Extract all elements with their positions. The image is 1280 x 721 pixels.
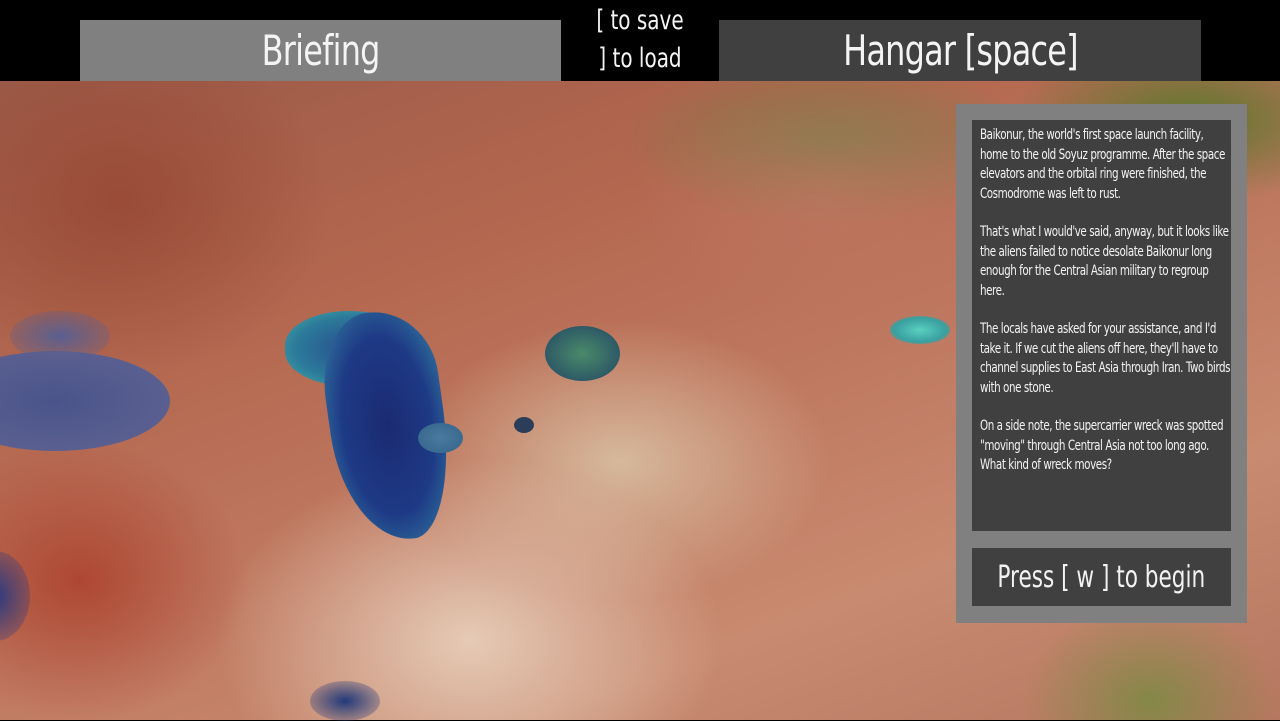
briefing-paragraph: The locals have asked for your assistanc…: [980, 321, 1231, 396]
tab-briefing-label: Briefing: [261, 26, 380, 75]
sea-of-azov: [10, 311, 110, 361]
top-bar: Briefing [ to save ] to load Hangar [spa…: [0, 0, 1280, 81]
briefing-paragraph: On a side note, the supercarrier wreck w…: [980, 418, 1224, 473]
tab-hangar[interactable]: Hangar [space]: [719, 20, 1201, 81]
begin-button[interactable]: Press [ w ] to begin: [972, 548, 1231, 606]
small-lake: [514, 417, 534, 433]
briefing-paragraph: Baikonur, the world's first space launch…: [980, 127, 1225, 202]
save-hint: [ to save: [596, 5, 684, 36]
kara-bogaz-gol: [418, 423, 463, 453]
mediterranean-sea: [0, 551, 30, 641]
save-load-hints: [ to save ] to load: [561, 2, 719, 80]
black-sea: [0, 351, 170, 451]
briefing-paragraph: That's what I would've said, anyway, but…: [980, 224, 1229, 299]
tab-briefing[interactable]: Briefing: [80, 20, 561, 81]
persian-gulf: [310, 681, 380, 721]
begin-button-label: Press [ w ] to begin: [997, 559, 1206, 595]
briefing-panel: Baikonur, the world's first space launch…: [956, 104, 1247, 623]
tab-hangar-label: Hangar [space]: [842, 26, 1079, 75]
load-hint: ] to load: [598, 43, 682, 74]
aral-sea: [545, 326, 620, 381]
briefing-text-box: Baikonur, the world's first space launch…: [972, 120, 1231, 531]
lake-balkhash: [890, 316, 950, 344]
